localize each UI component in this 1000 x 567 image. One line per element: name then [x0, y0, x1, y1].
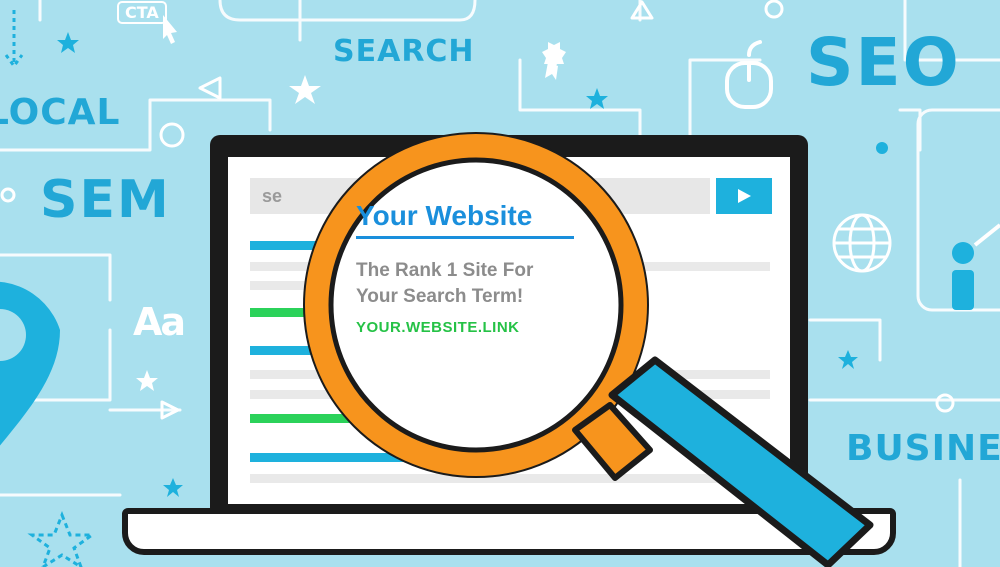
- result-description: The Rank 1 Site For Your Search Term!: [356, 258, 596, 310]
- seo-illustration: SEARCH SEO LOCAL SEM BUSINE CTA Aa se Yo…: [0, 0, 1000, 567]
- result-title-link[interactable]: Your Website: [356, 200, 574, 239]
- result-description-line: Your Search Term!: [356, 286, 524, 307]
- result-description-line: The Rank 1 Site For: [356, 260, 534, 281]
- result-url[interactable]: YOUR.WEBSITE.LINK: [356, 319, 520, 336]
